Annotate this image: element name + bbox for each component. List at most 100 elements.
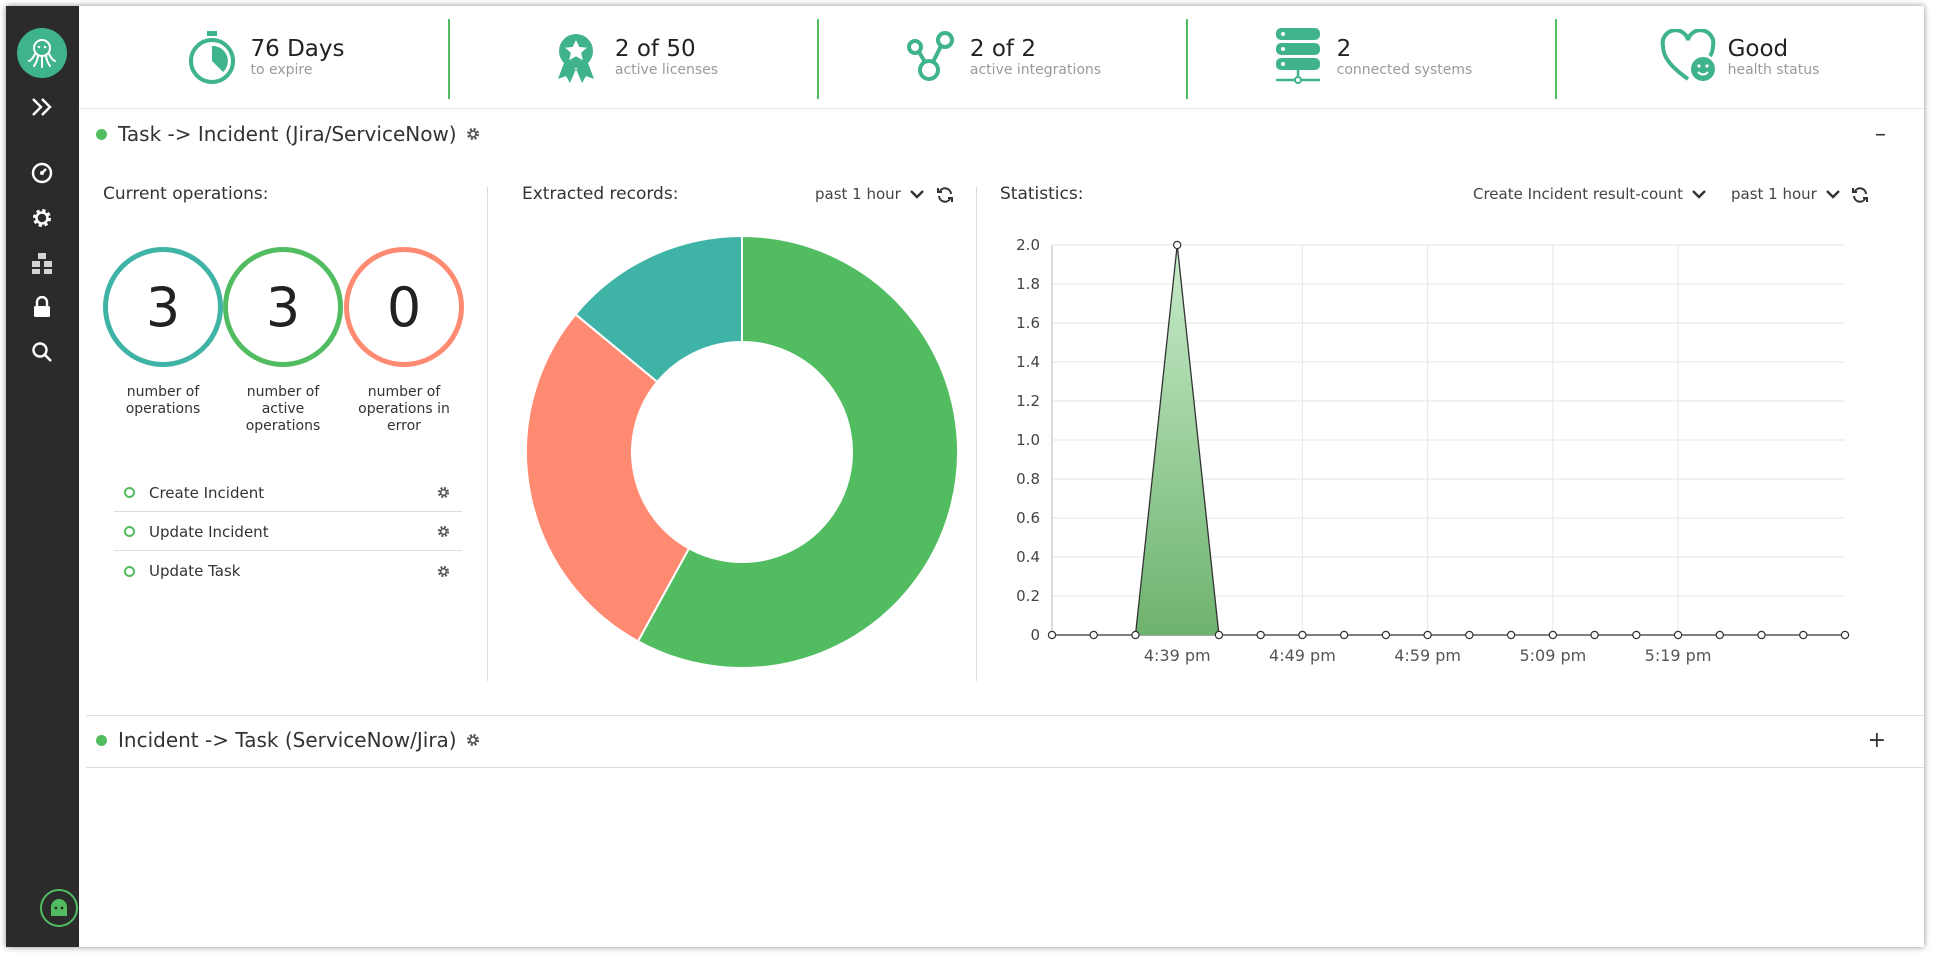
chevron-down-icon: [1826, 190, 1840, 199]
stats-bar: 76 Days to expire 2 of 50 active licenses …: [79, 6, 1924, 109]
counter-caption: number of operations in error: [358, 384, 450, 434]
sidebar-item-security[interactable]: [20, 290, 64, 324]
statistics-label: Statistics:: [1000, 184, 1084, 204]
data-point[interactable]: [1423, 630, 1432, 640]
integration-nodes-icon: [902, 28, 960, 86]
extracted-records-label: Extracted records:: [522, 184, 679, 204]
stat-value: 76 Days: [250, 35, 345, 62]
operation-row-update-incident[interactable]: Update Incident: [114, 513, 462, 551]
panel-header-task-incident[interactable]: Task -> Incident (Jira/ServiceNow) –: [96, 119, 1904, 149]
data-point[interactable]: [1339, 630, 1349, 640]
refresh-statistics-button[interactable]: [1851, 186, 1869, 208]
extracted-records-donut-chart: [525, 234, 959, 669]
settings-gear-icon: [33, 209, 51, 227]
operation-settings-gear-icon[interactable]: [437, 486, 450, 499]
sidebar-item-search[interactable]: [20, 335, 64, 369]
panel-header-incident-task[interactable]: Incident -> Task (ServiceNow/Jira) +: [96, 725, 1904, 755]
counter-caption: number of operations: [125, 384, 201, 417]
data-point[interactable]: [1506, 630, 1516, 640]
octopus-logo-icon[interactable]: [17, 28, 67, 78]
y-tick-label: 1.2: [1016, 392, 1040, 410]
extracted-range-dropdown[interactable]: past 1 hour: [815, 185, 925, 203]
operation-label: Create Incident: [149, 483, 265, 502]
stat-value: Good: [1727, 35, 1789, 62]
panel-settings-gear-icon[interactable]: [466, 733, 480, 747]
data-point[interactable]: [1632, 630, 1641, 640]
data-point[interactable]: [1381, 630, 1391, 640]
statistics-range-dropdown[interactable]: past 1 hour: [1731, 185, 1841, 203]
stat-integrations: 2 of 2 active integrations: [817, 6, 1186, 108]
expand-sidebar-button[interactable]: [20, 90, 64, 124]
y-tick-label: 2.0: [1016, 236, 1040, 254]
data-point[interactable]: [1298, 630, 1307, 640]
chevron-down-icon: [1692, 190, 1706, 199]
panel-title: Task -> Incident (Jira/ServiceNow): [118, 122, 457, 146]
search-icon: [32, 342, 52, 362]
refresh-icon: [1852, 187, 1868, 203]
counter-active-operations: 3: [223, 247, 343, 367]
sidebar-item-modules[interactable]: [20, 246, 64, 280]
operation-settings-gear-icon[interactable]: [437, 525, 450, 538]
operation-status-dot: [124, 526, 135, 537]
stat-caption: active integrations: [969, 61, 1102, 78]
refresh-extracted-button[interactable]: [936, 186, 954, 208]
operation-label: Update Incident: [149, 522, 269, 541]
sidebar-item-settings[interactable]: [20, 201, 64, 235]
sidebar: [6, 6, 79, 947]
stat-health: Good health status: [1555, 6, 1924, 108]
panel-title: Incident -> Task (ServiceNow/Jira): [118, 728, 457, 752]
data-point[interactable]: [1548, 630, 1558, 640]
data-point[interactable]: [1715, 630, 1724, 640]
data-point[interactable]: [1214, 630, 1224, 640]
data-point[interactable]: [1673, 630, 1683, 640]
operation-settings-gear-icon[interactable]: [437, 565, 450, 578]
data-point[interactable]: [1173, 240, 1182, 250]
stat-caption: connected systems: [1336, 61, 1473, 78]
stat-expiry: 76 Days to expire: [79, 6, 448, 108]
x-tick-label: 4:59 pm: [1394, 646, 1461, 665]
data-point[interactable]: [1131, 630, 1140, 640]
data-point[interactable]: [1089, 630, 1098, 640]
data-point[interactable]: [1590, 630, 1599, 640]
stat-value: 2: [1336, 35, 1352, 62]
statistics-area-chart: 0 0.2 0.4 0.6 0.8 1.0 1.2 1.4 1.6 1.8 2.0 4:39 pm 4:…: [1016, 236, 1850, 665]
stat-caption: active licenses: [614, 61, 719, 78]
app-window: 76 Days to expire 2 of 50 active licenses …: [6, 6, 1924, 947]
data-point[interactable]: [1256, 630, 1265, 640]
counter-operations: 3: [103, 247, 223, 367]
assistant-avatar[interactable]: [40, 889, 78, 927]
award-ribbon-icon: [547, 28, 605, 86]
data-point[interactable]: [1047, 630, 1057, 640]
counter-error-operations: 0: [344, 247, 464, 367]
x-tick-label: 4:49 pm: [1269, 646, 1336, 665]
data-point[interactable]: [1465, 630, 1474, 640]
operation-row-create-incident[interactable]: Create Incident: [114, 474, 462, 512]
column-divider: [976, 187, 977, 681]
operation-row-update-task[interactable]: Update Task: [114, 552, 462, 590]
data-point[interactable]: [1799, 630, 1808, 640]
data-point[interactable]: [1840, 630, 1850, 640]
dropdown-value: past 1 hour: [1731, 185, 1817, 203]
panel-divider: [86, 767, 1924, 768]
y-tick-label: 0.6: [1016, 509, 1040, 527]
lock-icon: [34, 296, 50, 317]
panel-settings-gear-icon[interactable]: [466, 127, 480, 141]
chevron-down-icon: [910, 190, 924, 199]
stat-caption: to expire: [250, 61, 313, 78]
expand-panel-button[interactable]: +: [1868, 728, 1886, 753]
server-stack-icon: [1269, 28, 1327, 86]
stat-value: 2 of 50: [614, 35, 696, 62]
dropdown-value: Create Incident result-count: [1473, 185, 1684, 203]
collapse-panel-button[interactable]: –: [1875, 122, 1886, 147]
octopus-avatar-icon: [51, 899, 67, 916]
status-dot: [96, 734, 107, 746]
stopwatch-icon: [183, 28, 241, 86]
statistics-metric-dropdown[interactable]: Create Incident result-count: [1473, 185, 1707, 203]
dropdown-value: past 1 hour: [815, 185, 901, 203]
sidebar-item-dashboard[interactable]: [20, 156, 64, 190]
panel-divider: [86, 715, 1924, 716]
status-dot: [96, 128, 107, 140]
column-divider: [487, 187, 488, 681]
y-tick-label: 0.2: [1016, 587, 1040, 605]
data-point[interactable]: [1757, 630, 1766, 640]
